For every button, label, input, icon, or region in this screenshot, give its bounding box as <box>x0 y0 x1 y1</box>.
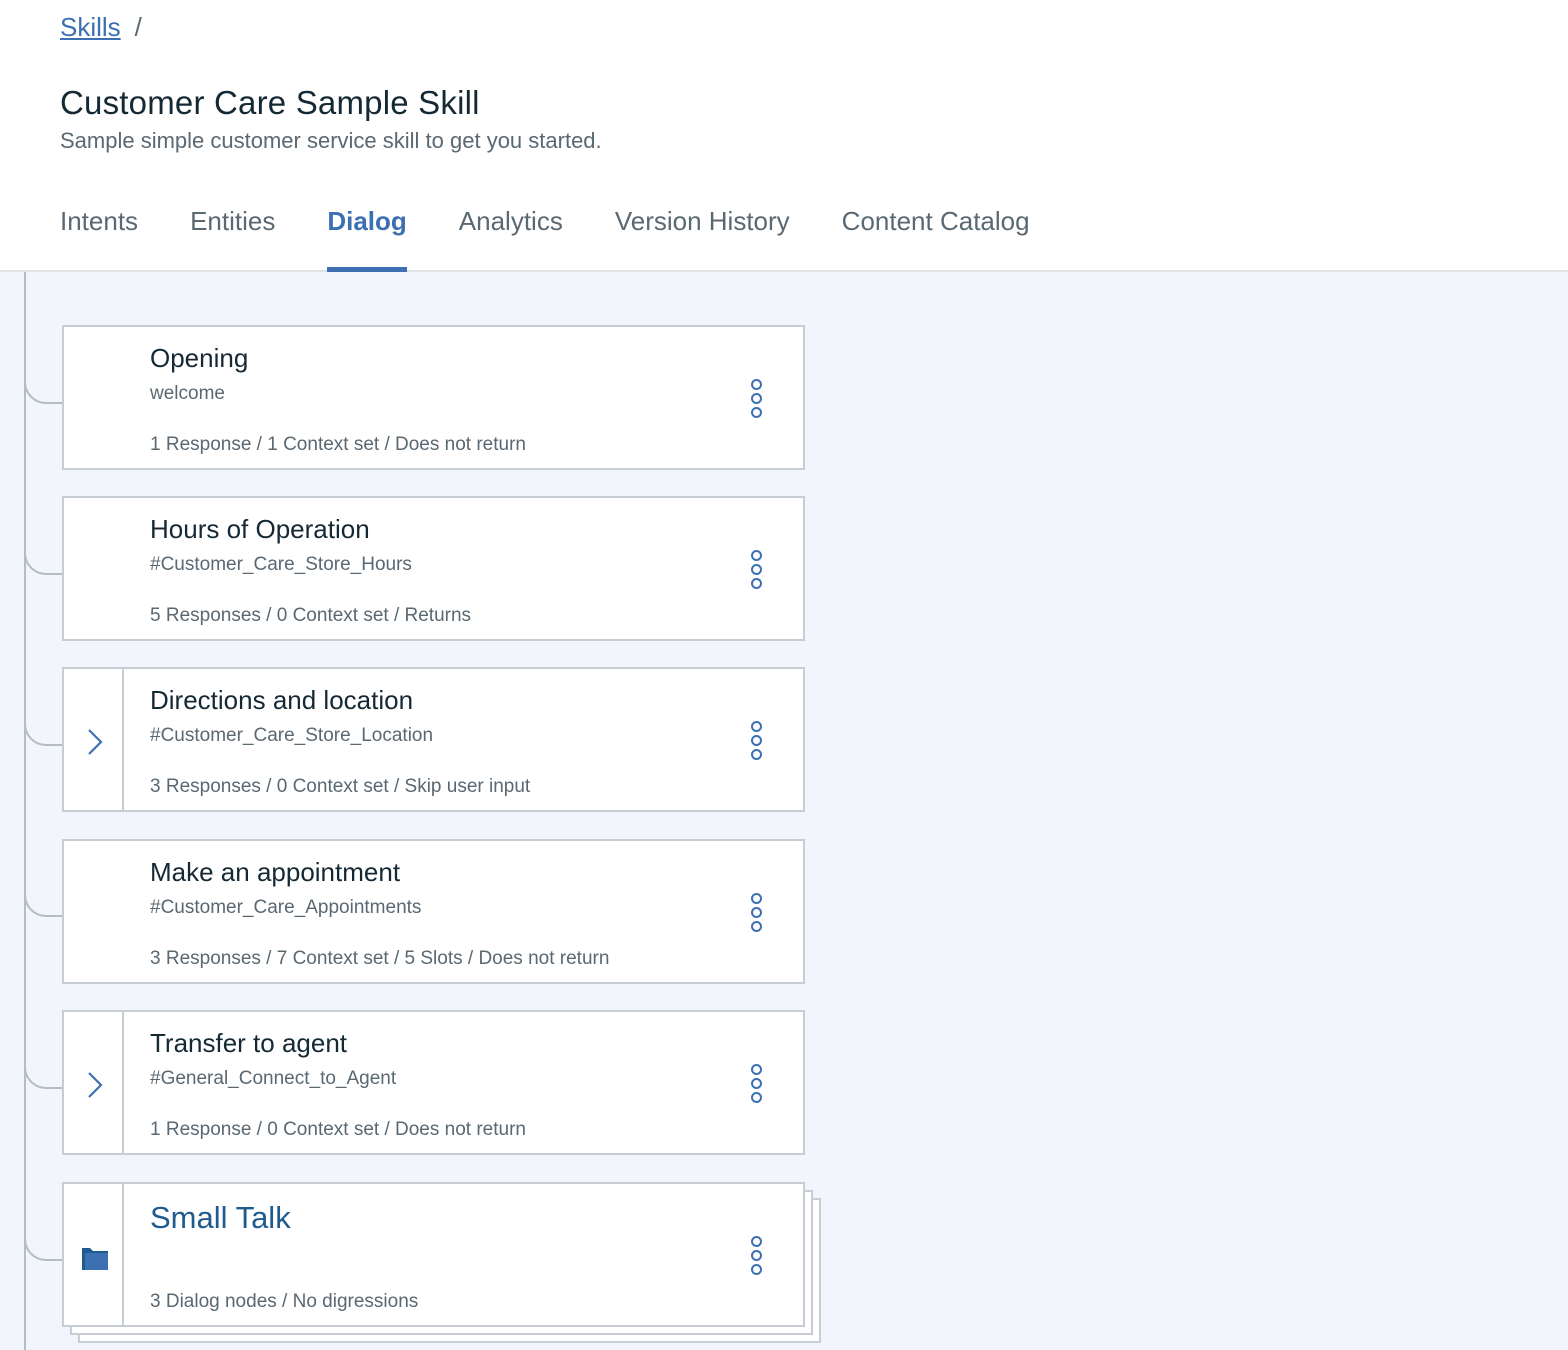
node-gutter <box>64 669 124 810</box>
breadcrumb-skills-link[interactable]: Skills <box>60 12 121 43</box>
chevron-right-icon[interactable] <box>84 727 106 757</box>
overflow-menu-icon[interactable] <box>748 1064 764 1108</box>
node-summary: 5 Responses / 0 Context set / Returns <box>150 605 472 626</box>
dialog-tree-canvas: Opening welcome 1 Response / 1 Context s… <box>0 272 1568 1350</box>
node-condition: #General_Connect_to_Agent <box>150 1068 397 1089</box>
node-gutter <box>64 498 124 639</box>
tab-content-catalog[interactable]: Content Catalog <box>842 200 1030 272</box>
tab-analytics[interactable]: Analytics <box>459 200 563 272</box>
overflow-menu-icon[interactable] <box>748 1236 764 1280</box>
dialog-node-transfer-to-agent[interactable]: Transfer to agent #General_Connect_to_Ag… <box>62 1010 805 1155</box>
breadcrumb-separator: / <box>134 12 142 42</box>
page-title: Customer Care Sample Skill <box>60 84 480 121</box>
overflow-menu-icon[interactable] <box>748 379 764 423</box>
tree-branch-line <box>24 706 62 746</box>
dialog-folder-small-talk[interactable]: Small Talk 3 Dialog nodes / No digressio… <box>62 1182 805 1327</box>
tab-bar: Intents Entities Dialog Analytics Versio… <box>60 200 1082 272</box>
node-summary: 3 Responses / 7 Context set / 5 Slots / … <box>150 948 610 969</box>
dialog-node-hours-of-operation[interactable]: Hours of Operation #Customer_Care_Store_… <box>62 496 805 641</box>
tree-branch-line <box>24 1221 62 1261</box>
node-gutter <box>64 327 124 468</box>
tree-branch-line <box>24 535 62 575</box>
chevron-right-icon[interactable] <box>84 1070 106 1100</box>
node-gutter <box>64 1184 124 1325</box>
folder-icon <box>82 1248 108 1270</box>
tab-dialog[interactable]: Dialog <box>327 200 408 272</box>
dialog-node-directions-and-location[interactable]: Directions and location #Customer_Care_S… <box>62 667 805 812</box>
overflow-menu-icon[interactable] <box>748 893 764 937</box>
tree-trunk-line <box>24 272 26 1350</box>
page-subtitle: Sample simple customer service skill to … <box>60 128 602 153</box>
overflow-menu-icon[interactable] <box>748 550 764 594</box>
breadcrumb: Skills / <box>60 12 142 43</box>
node-condition: welcome <box>150 383 225 404</box>
node-name: Directions and location <box>150 685 414 715</box>
tree-branch-line <box>24 877 62 917</box>
dialog-node-opening[interactable]: Opening welcome 1 Response / 1 Context s… <box>62 325 805 470</box>
node-name: Transfer to agent <box>150 1028 348 1058</box>
node-summary: 1 Response / 1 Context set / Does not re… <box>150 434 526 455</box>
tab-entities[interactable]: Entities <box>190 200 275 272</box>
node-name: Make an appointment <box>150 857 401 887</box>
dialog-node-make-an-appointment[interactable]: Make an appointment #Customer_Care_Appoi… <box>62 839 805 984</box>
node-condition: #Customer_Care_Store_Hours <box>150 554 412 575</box>
folder-name: Small Talk <box>150 1200 291 1235</box>
tree-branch-line <box>24 1049 62 1089</box>
tab-version-history[interactable]: Version History <box>615 200 790 272</box>
node-summary: 3 Dialog nodes / No digressions <box>150 1291 419 1312</box>
node-summary: 3 Responses / 0 Context set / Skip user … <box>150 776 531 797</box>
node-condition: #Customer_Care_Appointments <box>150 897 422 918</box>
overflow-menu-icon[interactable] <box>748 721 764 765</box>
node-name: Opening <box>150 343 249 373</box>
node-gutter <box>64 1012 124 1153</box>
node-summary: 1 Response / 0 Context set / Does not re… <box>150 1119 526 1140</box>
tab-intents[interactable]: Intents <box>60 200 138 272</box>
node-gutter <box>64 841 124 982</box>
node-condition: #Customer_Care_Store_Location <box>150 725 434 746</box>
tree-branch-line <box>24 364 62 404</box>
node-name: Hours of Operation <box>150 514 370 544</box>
page-header: Skills / Customer Care Sample Skill Samp… <box>0 0 1568 272</box>
